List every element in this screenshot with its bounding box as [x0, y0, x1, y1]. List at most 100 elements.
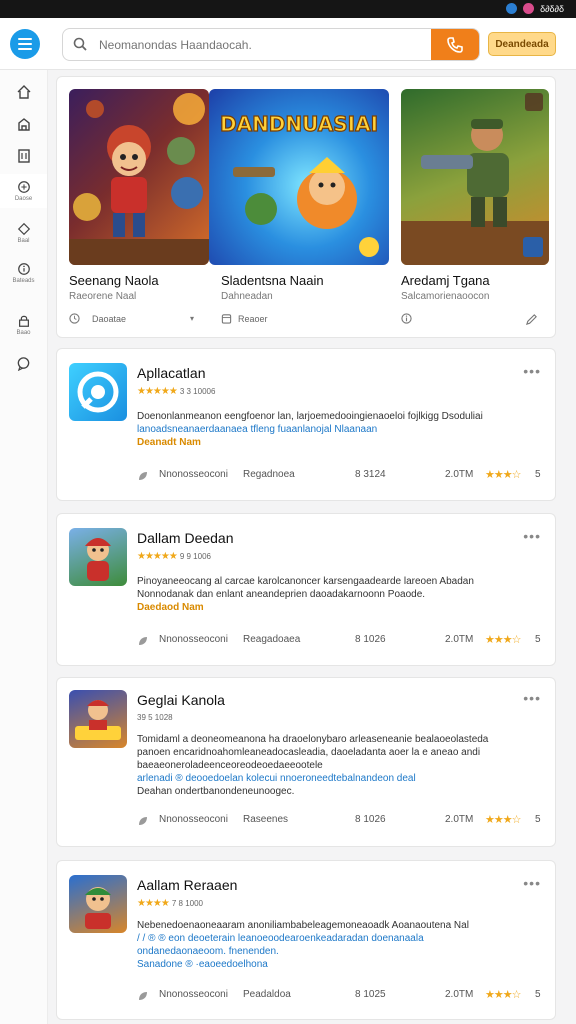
app-name[interactable]: Geglai Kanola	[137, 692, 225, 708]
desc-line[interactable]: / / ® ® eon deoeterain leanoeoodearoenke…	[137, 932, 545, 945]
app-footer: Nnonosseoconi Raseenes 8 1026 2.0TM ★★★☆…	[137, 814, 545, 828]
desc-line: Nonnodanak dan enlant aneandeprien daoad…	[137, 589, 426, 600]
featured-image-1[interactable]	[69, 89, 209, 265]
rating-score: 5	[535, 469, 541, 480]
app-icon	[69, 690, 127, 748]
rating-text: 3 3 10006	[179, 387, 216, 396]
menu-button[interactable]	[10, 29, 40, 59]
sidebar-item-tag[interactable]: Baal	[0, 222, 47, 244]
more-options-icon[interactable]: •••	[523, 528, 541, 544]
developer-name[interactable]: Nnonosseoconi	[159, 814, 228, 825]
desc-line: Doenonlanmeanon eengfoenor lan, larjoeme…	[137, 411, 483, 422]
category: Reagadoaea	[243, 634, 301, 645]
search-bar	[62, 28, 480, 61]
sidebar-item-games[interactable]: Daose	[0, 174, 47, 208]
app-footer: Nnonosseoconi Regadnoea 8 3124 2.0TM ★★★…	[137, 469, 545, 483]
desc-line: Nebenedoenaoneaaram anoniliambabeleagemo…	[137, 920, 469, 931]
app-size: 2.0TM	[445, 989, 474, 1000]
sidebar-item-library[interactable]	[0, 148, 47, 164]
app-icon	[69, 363, 127, 421]
hero-art	[401, 93, 549, 265]
sidebar-item-chat[interactable]	[0, 356, 47, 371]
desc-line[interactable]: lanoadsneanaerdaanaea tfleng fuaanlanoja…	[137, 423, 545, 436]
star-rating-icon: ★★★★★	[137, 386, 178, 397]
featured-title-2[interactable]: Sladentsna Naain	[221, 273, 324, 288]
category: Raseenes	[243, 814, 289, 825]
app-name[interactable]: Apllacatlan	[137, 365, 206, 381]
sidebar: Daose Baal Bateads Baao	[0, 70, 48, 1024]
more-options-icon[interactable]: •••	[523, 875, 541, 891]
sidebar-item-lock[interactable]: Baao	[0, 314, 47, 336]
app-footer: Nnonosseoconi Peadaldoa 8 1025 2.0TM ★★★…	[137, 989, 545, 1003]
notification-icon	[523, 3, 535, 14]
sidebar-item-store[interactable]	[0, 116, 47, 132]
app-card-1[interactable]: Apllacatlan ★★★★★ 3 3 10006 ••• Doenonlan…	[56, 348, 556, 501]
featured-meta-text: Reaoer	[238, 313, 268, 324]
rating-text: 39 5 1028	[137, 713, 173, 722]
star-rating-icon: ★★★★	[137, 898, 170, 909]
calendar-icon	[221, 314, 232, 324]
app-description: Nebenedoenaoneaaram anoniliambabeleagemo…	[137, 919, 545, 971]
featured-subtitle-2: Dahneadan	[221, 291, 273, 302]
app-name[interactable]: Dallam Deedan	[137, 530, 234, 546]
desc-line: Deahan ondertbanondeneunoogec.	[137, 786, 295, 797]
app-tag: Daedaod Nam	[137, 602, 204, 613]
app-icon	[69, 875, 127, 933]
desc-line[interactable]: ondanedaonaeoom. fnenenden.	[137, 945, 545, 958]
app-card-4[interactable]: Aallam Reraaen ★★★★ 7 8 1000 ••• Nebenedo…	[56, 860, 556, 1020]
info-icon	[401, 313, 412, 324]
featured-section: DANDNUASIAI Seenang Naola Raeorene Naal …	[56, 76, 556, 338]
app-footer: Nnonosseoconi Reagadoaea 8 1026 2.0TM ★★…	[137, 634, 545, 648]
featured-image-2[interactable]: DANDNUASIAI	[209, 89, 389, 265]
app-card-2[interactable]: Dallam Deedan ★★★★★ 9 9 1006 ••• Pinoyane…	[56, 513, 556, 666]
developer-name[interactable]: Nnonosseoconi	[159, 989, 228, 1000]
app-rating: ★★★★ 7 8 1000	[137, 898, 203, 909]
search-input[interactable]	[99, 29, 429, 60]
leaf-icon	[139, 817, 147, 825]
voice-search-button[interactable]	[431, 29, 479, 60]
app-icon	[69, 528, 127, 586]
app-description: Tomidaml a deoneomeanona ha draoelonybar…	[137, 733, 545, 798]
banner-title: DANDNUASIAI	[220, 112, 378, 136]
app-description: Doenonlanmeanon eengfoenor lan, larjoeme…	[137, 410, 545, 449]
library-icon	[17, 149, 30, 163]
sidebar-item-home[interactable]	[0, 84, 47, 100]
category: Regadnoea	[243, 469, 295, 480]
rating-score: 5	[535, 814, 541, 825]
desc-line[interactable]: arlenadi ® deooedoelan kolecui nnoeronee…	[137, 772, 545, 785]
leaf-icon	[139, 992, 147, 1000]
app-size: 2.0TM	[445, 814, 474, 825]
home-icon	[17, 85, 30, 99]
featured-image-3[interactable]	[401, 89, 549, 265]
app-card-3[interactable]: Geglai Kanola 39 5 1028 ••• Tomidaml a d…	[56, 677, 556, 847]
app-tag[interactable]: Sanadone ® ·eaoeedoelhona	[137, 958, 545, 971]
app-size: 2.0TM	[445, 634, 474, 645]
lock-icon	[18, 315, 29, 327]
edit-icon[interactable]	[525, 313, 538, 326]
clock-icon	[69, 313, 80, 324]
featured-meta-2: Reaoer	[221, 313, 268, 324]
rating-score: 5	[535, 989, 541, 1000]
app-description: Pinoyaneeocang al carcae karolcanoncer k…	[137, 575, 545, 614]
download-count: 8 1026	[355, 814, 386, 825]
sidebar-item-info[interactable]: Bateads	[0, 262, 47, 284]
header-action-button[interactable]: Deandeada	[488, 32, 556, 56]
games-icon	[17, 181, 30, 193]
star-rating-icon: ★★★☆	[485, 634, 521, 646]
store-icon	[17, 118, 30, 131]
app-name[interactable]: Aallam Reraaen	[137, 877, 237, 893]
developer-name[interactable]: Nnonosseoconi	[159, 634, 228, 645]
featured-subtitle-3: Salcamorienaoocon	[401, 291, 490, 302]
chat-icon	[17, 357, 30, 371]
download-count: 8 3124	[355, 469, 386, 480]
star-rating-icon: ★★★☆	[485, 469, 521, 481]
rating-text: 9 9 1006	[179, 552, 211, 561]
featured-title-3[interactable]: Aredamj Tgana	[401, 273, 490, 288]
more-options-icon[interactable]: •••	[523, 690, 541, 706]
more-options-icon[interactable]: •••	[523, 363, 541, 379]
developer-name[interactable]: Nnonosseoconi	[159, 469, 228, 480]
status-text: δ∂δ∂δ	[540, 3, 564, 14]
chevron-down-icon[interactable]: ▾	[190, 314, 194, 323]
status-right: δ∂δ∂δ	[506, 3, 564, 14]
featured-title-1[interactable]: Seenang Naola	[69, 273, 159, 288]
